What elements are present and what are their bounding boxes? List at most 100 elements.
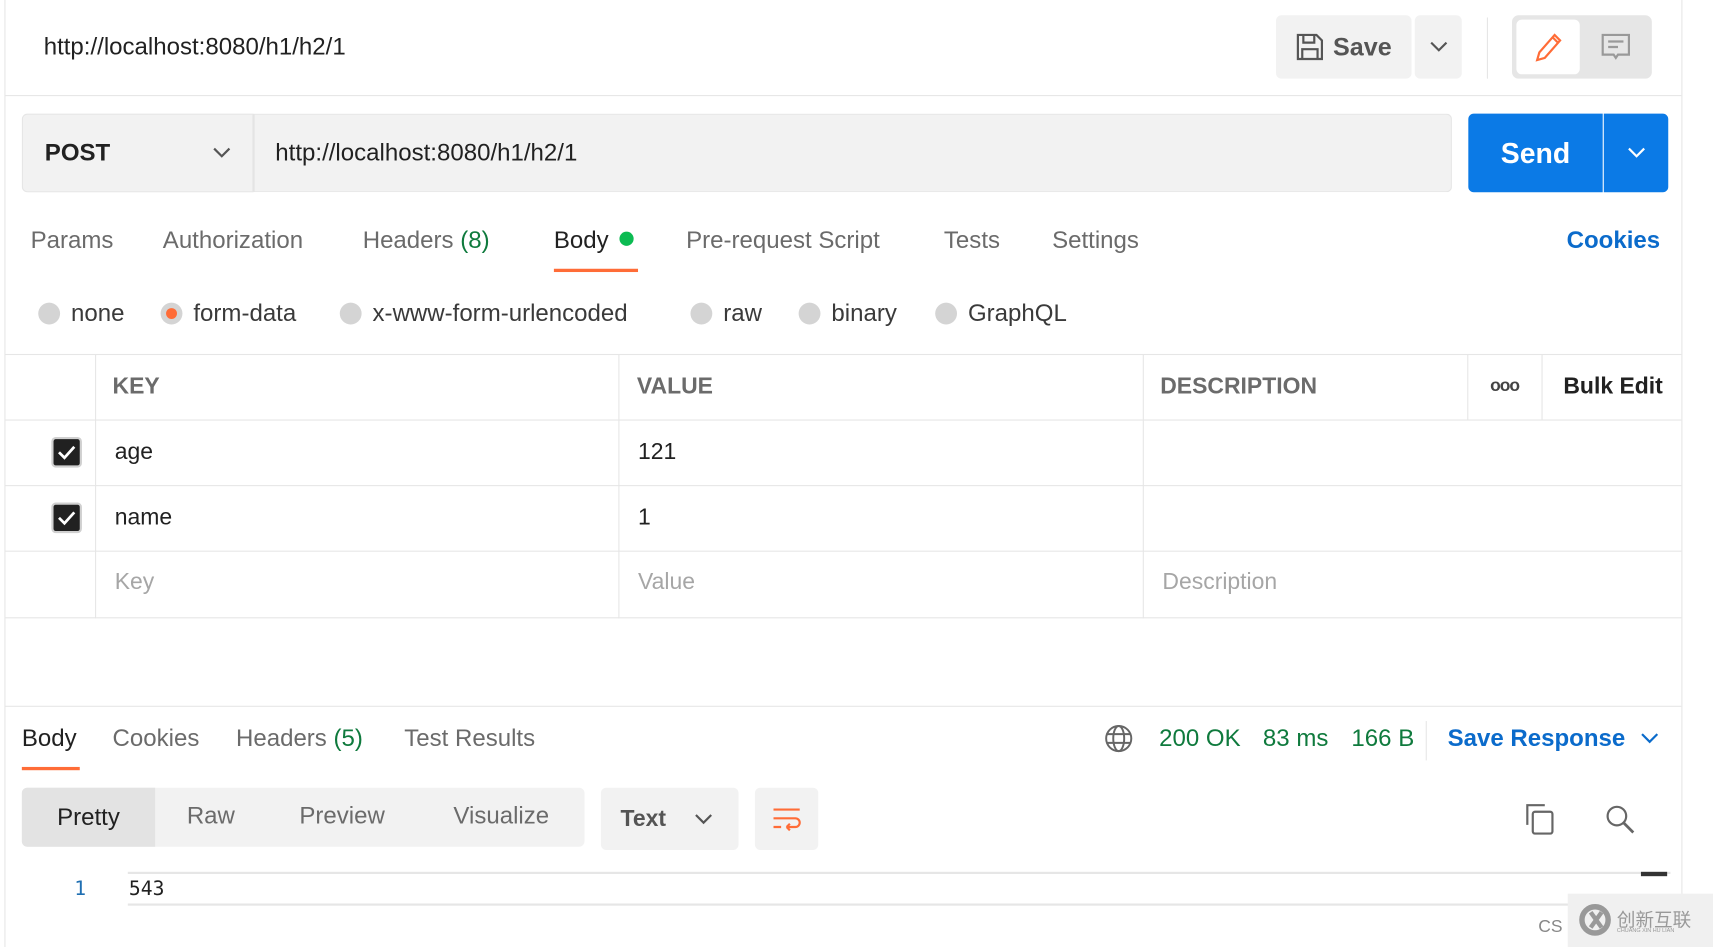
cookies-link[interactable]: Cookies bbox=[1567, 226, 1661, 254]
view-visualize[interactable]: Visualize bbox=[453, 802, 549, 830]
view-preview[interactable]: Preview bbox=[299, 802, 384, 830]
view-label: Preview bbox=[299, 801, 385, 830]
row-key[interactable]: name bbox=[115, 505, 172, 531]
view-raw[interactable]: Raw bbox=[187, 802, 235, 830]
radio-label: GraphQL bbox=[967, 299, 1067, 327]
tab-label: Body bbox=[553, 226, 609, 254]
save-button[interactable]: Save bbox=[1276, 15, 1412, 79]
format-label: Text bbox=[620, 805, 667, 831]
save-response-label: Save Response bbox=[1447, 724, 1626, 752]
view-label: Raw bbox=[186, 801, 235, 830]
wrap-icon bbox=[773, 807, 801, 831]
tab-settings[interactable]: Settings bbox=[1052, 226, 1139, 254]
active-tab-underline bbox=[21, 766, 80, 771]
save-dropdown-button[interactable] bbox=[1414, 15, 1462, 79]
view-label: Pretty bbox=[57, 802, 120, 831]
edit-mode-button[interactable] bbox=[1516, 19, 1580, 75]
tab-label: Authorization bbox=[162, 226, 304, 254]
radio-raw[interactable]: raw bbox=[690, 299, 762, 327]
tab-label: Pre-request Script bbox=[686, 226, 880, 254]
watermark-logo-icon bbox=[1579, 904, 1611, 936]
row-key[interactable]: age bbox=[115, 439, 153, 465]
tab-headers[interactable]: Headers (8) bbox=[363, 226, 490, 254]
response-tab-test-results[interactable]: Test Results bbox=[404, 724, 535, 752]
row-value[interactable]: 1 bbox=[638, 505, 651, 531]
response-tab-body[interactable]: Body bbox=[22, 724, 77, 752]
body-active-dot bbox=[619, 231, 634, 246]
method-select[interactable]: POST bbox=[21, 113, 254, 193]
radio-icon bbox=[690, 302, 713, 325]
wrap-lines-button[interactable] bbox=[754, 787, 819, 850]
comments-button[interactable] bbox=[1584, 20, 1647, 75]
radio-icon bbox=[798, 302, 821, 325]
description-placeholder[interactable]: Description bbox=[1162, 569, 1277, 595]
radio-icon bbox=[935, 302, 958, 325]
response-tab-headers[interactable]: Headers (5) bbox=[236, 724, 363, 752]
copy-icon[interactable] bbox=[1525, 803, 1556, 836]
chevron-down-icon bbox=[1429, 41, 1447, 52]
radio-label: binary bbox=[831, 299, 897, 327]
radio-binary[interactable]: binary bbox=[798, 299, 897, 327]
tab-label: Headers bbox=[362, 226, 454, 254]
tab-label: Test Results bbox=[404, 724, 536, 752]
column-header-value: VALUE bbox=[636, 373, 713, 399]
table-row-new: Key Value Description bbox=[0, 552, 1682, 618]
radio-x-www-form-urlencoded[interactable]: x-www-form-urlencoded bbox=[339, 299, 628, 327]
value-placeholder[interactable]: Value bbox=[638, 569, 695, 595]
tab-label: Cookies bbox=[112, 724, 200, 752]
send-button[interactable]: Send bbox=[1468, 113, 1603, 193]
active-tab-underline bbox=[553, 268, 639, 273]
scrollbar[interactable] bbox=[1640, 871, 1668, 877]
comment-icon bbox=[1601, 33, 1631, 60]
row-value[interactable]: 121 bbox=[638, 439, 676, 465]
row-checkbox[interactable] bbox=[51, 502, 82, 534]
radio-icon bbox=[38, 302, 61, 325]
tab-params[interactable]: Params bbox=[31, 226, 114, 254]
save-response-button[interactable]: Save Response bbox=[1448, 724, 1658, 752]
status-code[interactable]: 200 OK bbox=[1159, 724, 1241, 752]
tab-label: Body bbox=[21, 724, 77, 752]
radio-label: x-www-form-urlencoded bbox=[372, 299, 628, 327]
divider bbox=[1486, 17, 1488, 79]
divider bbox=[1425, 721, 1427, 761]
format-select[interactable]: Text bbox=[600, 787, 739, 850]
tab-body[interactable]: Body bbox=[554, 226, 634, 254]
view-pretty[interactable]: Pretty bbox=[21, 787, 156, 847]
radio-label: form-data bbox=[193, 299, 297, 327]
more-options-button[interactable]: ooo bbox=[1490, 377, 1520, 397]
radio-icon bbox=[339, 302, 362, 325]
row-checkbox[interactable] bbox=[51, 437, 82, 468]
tab-pre-request-script[interactable]: Pre-request Script bbox=[686, 226, 880, 254]
chevron-down-icon bbox=[695, 813, 712, 824]
tab-label: Settings bbox=[1052, 226, 1139, 254]
mode-toggle bbox=[1512, 15, 1652, 79]
globe-icon[interactable] bbox=[1105, 724, 1133, 753]
radio-form-data[interactable]: form-data bbox=[160, 299, 297, 327]
headers-count: (5) bbox=[333, 724, 363, 752]
radio-graphql[interactable]: GraphQL bbox=[935, 299, 1067, 327]
key-placeholder[interactable]: Key bbox=[115, 569, 155, 595]
table-row: age 121 bbox=[0, 421, 1682, 487]
view-label: Visualize bbox=[453, 801, 550, 830]
chevron-down-icon bbox=[1640, 733, 1658, 744]
tab-tests[interactable]: Tests bbox=[944, 226, 1000, 254]
cookies-label: Cookies bbox=[1566, 226, 1661, 254]
bulk-edit-button[interactable]: Bulk Edit bbox=[1563, 374, 1662, 400]
tab-label: Tests bbox=[943, 226, 1001, 254]
radio-selected-icon bbox=[160, 302, 183, 325]
table-row: name 1 bbox=[0, 486, 1682, 552]
check-icon bbox=[58, 445, 76, 460]
search-icon[interactable] bbox=[1605, 804, 1636, 835]
method-label: POST bbox=[44, 138, 111, 167]
url-input[interactable]: http://localhost:8080/h1/h2/1 bbox=[253, 113, 1452, 193]
send-label: Send bbox=[1500, 136, 1571, 169]
send-dropdown-button[interactable] bbox=[1603, 113, 1669, 193]
check-icon bbox=[58, 511, 76, 526]
response-tab-cookies[interactable]: Cookies bbox=[113, 724, 200, 752]
radio-none[interactable]: none bbox=[38, 299, 124, 327]
response-size[interactable]: 166 B bbox=[1351, 724, 1414, 752]
code-line: 543 bbox=[128, 877, 165, 901]
response-time[interactable]: 83 ms bbox=[1263, 724, 1328, 752]
response-editor[interactable] bbox=[127, 871, 1671, 906]
tab-authorization[interactable]: Authorization bbox=[163, 226, 303, 254]
